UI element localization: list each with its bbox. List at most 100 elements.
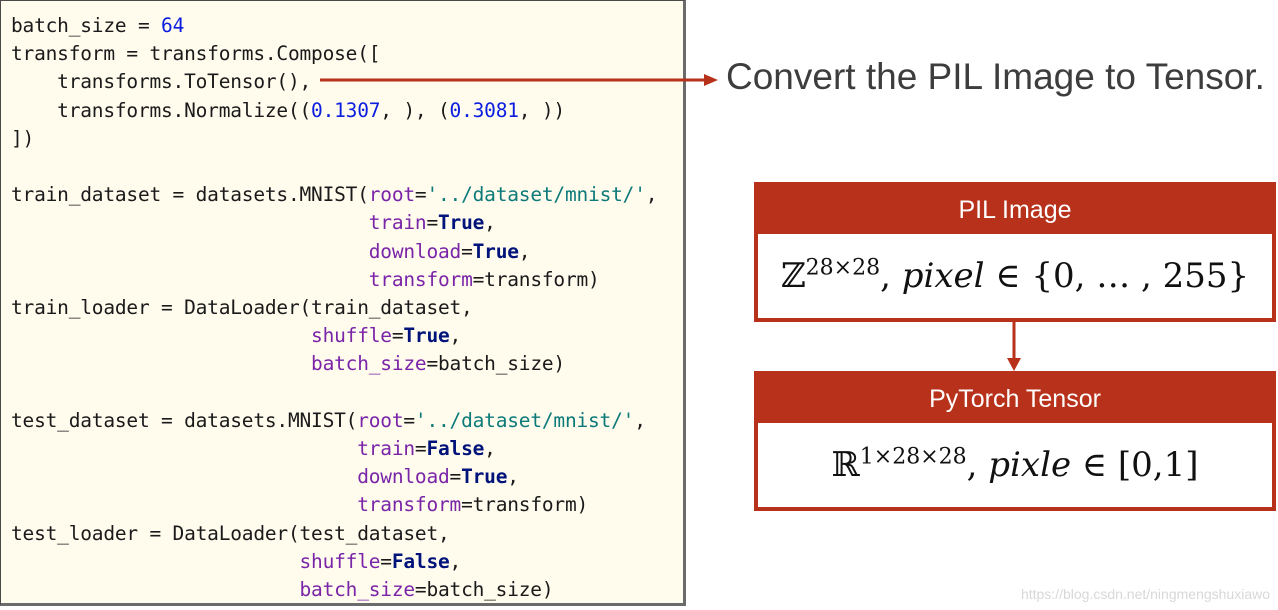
code-token: 0.1307: [311, 98, 381, 122]
down-arrow-connector: [1007, 320, 1021, 371]
code-token: True: [472, 239, 519, 263]
code-line: batch_size=batch_size): [11, 576, 554, 604]
code-token: ,: [449, 324, 462, 348]
code-token: download: [357, 465, 450, 489]
pil-image-header: PIL Image: [758, 186, 1272, 234]
arrow-connector: [320, 74, 718, 86]
code-token: =transform): [461, 493, 589, 517]
pil-image-formula: ℤ28×28, pixel ∈ {0, … , 255}: [780, 255, 1250, 296]
code-token: False: [426, 437, 485, 460]
code-token: batch_size: [299, 578, 416, 601]
code-token: ,: [507, 465, 519, 489]
code-token: , )): [518, 98, 565, 122]
code-token: '../dataset/mnist/': [414, 408, 635, 432]
code-panel: batch_size = 64 transform = transforms.Co…: [0, 0, 686, 606]
formula-range: ∈ [0,1]: [1081, 445, 1199, 485]
code-token: =: [449, 465, 462, 489]
code-token: ,: [645, 183, 658, 207]
code-line: shuffle=False,: [11, 548, 462, 576]
code-token: =: [414, 437, 427, 460]
exponent: 1×28×28: [859, 444, 967, 470]
code-token: =: [461, 239, 473, 263]
code-token: transforms.ToTensor(),: [11, 70, 312, 94]
code-token: =: [391, 324, 404, 348]
pytorch-tensor-header: PyTorch Tensor: [758, 375, 1272, 423]
code-line: shuffle=True,: [11, 322, 461, 350]
code-token: True: [461, 465, 508, 489]
code-token: transform: [357, 493, 462, 517]
set-symbol: ℝ: [831, 445, 860, 485]
code-token: ,: [484, 437, 496, 460]
code-line: transform = transforms.Compose([: [11, 40, 380, 68]
code-token: =: [426, 211, 438, 235]
code-line: train=False,: [11, 435, 496, 463]
code-line: test_loader = DataLoader(test_dataset,: [11, 520, 450, 548]
code-token: root: [357, 408, 404, 432]
code-token: train_loader = DataLoader(train_dataset,: [11, 296, 473, 319]
code-token: transforms.Normalize((: [11, 98, 312, 122]
code-line: train=True,: [11, 209, 496, 237]
code-token: batch_size: [311, 352, 427, 376]
code-token: transform: [368, 267, 473, 291]
code-line: ]): [11, 125, 34, 153]
code-token: =batch_size): [414, 578, 554, 601]
code-token: =batch_size): [426, 352, 565, 376]
code-token: train_dataset = datasets.MNIST(: [11, 183, 369, 207]
code-line: transform=transform): [11, 266, 600, 294]
code-line: batch_size=batch_size): [11, 350, 565, 378]
code-line: transforms.Normalize((0.1307, ), (0.3081…: [11, 97, 565, 125]
code-token: train: [368, 211, 427, 235]
formula-range: ∈ {0, … , 255}: [995, 256, 1250, 296]
pytorch-tensor-box: PyTorch Tensor ℝ1×28×28, pixle ∈ [0,1]: [754, 371, 1276, 511]
code-token: 0.3081: [449, 98, 519, 122]
exponent: 28×28: [805, 255, 881, 281]
code-token: download: [368, 239, 462, 263]
watermark-text: https://blog.csdn.net/ningmengshuxiawo: [1020, 586, 1270, 602]
code-line: test_dataset = datasets.MNIST(root='../d…: [11, 407, 646, 435]
set-symbol: ℤ: [780, 256, 806, 296]
code-token: ,: [518, 239, 531, 263]
code-token: True: [438, 211, 485, 235]
code-line: train_loader = DataLoader(train_dataset,: [11, 294, 473, 322]
code-token: =: [414, 183, 427, 207]
code-token: transform = transforms.Compose([: [11, 42, 381, 66]
code-token: train: [357, 437, 415, 460]
pytorch-tensor-formula: ℝ1×28×28, pixle ∈ [0,1]: [831, 444, 1199, 485]
code-line: transform=transform): [11, 491, 588, 519]
code-token: =: [403, 408, 415, 432]
formula-var: pixel: [901, 256, 985, 296]
pil-image-box: PIL Image ℤ28×28, pixel ∈ {0, … , 255}: [754, 182, 1276, 322]
code-token: batch_size =: [11, 14, 162, 37]
code-token: test_dataset = datasets.MNIST(: [11, 408, 358, 432]
code-token: shuffle: [311, 324, 392, 348]
code-token: , ), (: [380, 98, 450, 122]
code-token: test_loader = DataLoader(test_dataset,: [11, 521, 450, 545]
code-line: download=True,: [11, 463, 519, 491]
caption-text: Convert the PIL Image to Tensor.: [726, 56, 1265, 97]
formula-var: pixle: [988, 445, 1072, 485]
code-token: =: [380, 549, 392, 573]
code-token: shuffle: [299, 549, 381, 573]
code-token: ,: [634, 408, 646, 432]
code-line: download=True,: [11, 238, 531, 266]
code-line: train_dataset = datasets.MNIST(root='../…: [11, 181, 657, 209]
code-token: ,: [484, 211, 496, 235]
code-token: ]): [11, 126, 35, 150]
code-line: transforms.ToTensor(),: [11, 68, 311, 96]
code-token: ,: [449, 549, 462, 573]
code-token: root: [368, 183, 415, 207]
code-token: False: [391, 549, 450, 573]
code-token: =transform): [472, 267, 600, 291]
code-token: 64: [161, 14, 185, 37]
code-line: batch_size = 64: [11, 12, 184, 40]
